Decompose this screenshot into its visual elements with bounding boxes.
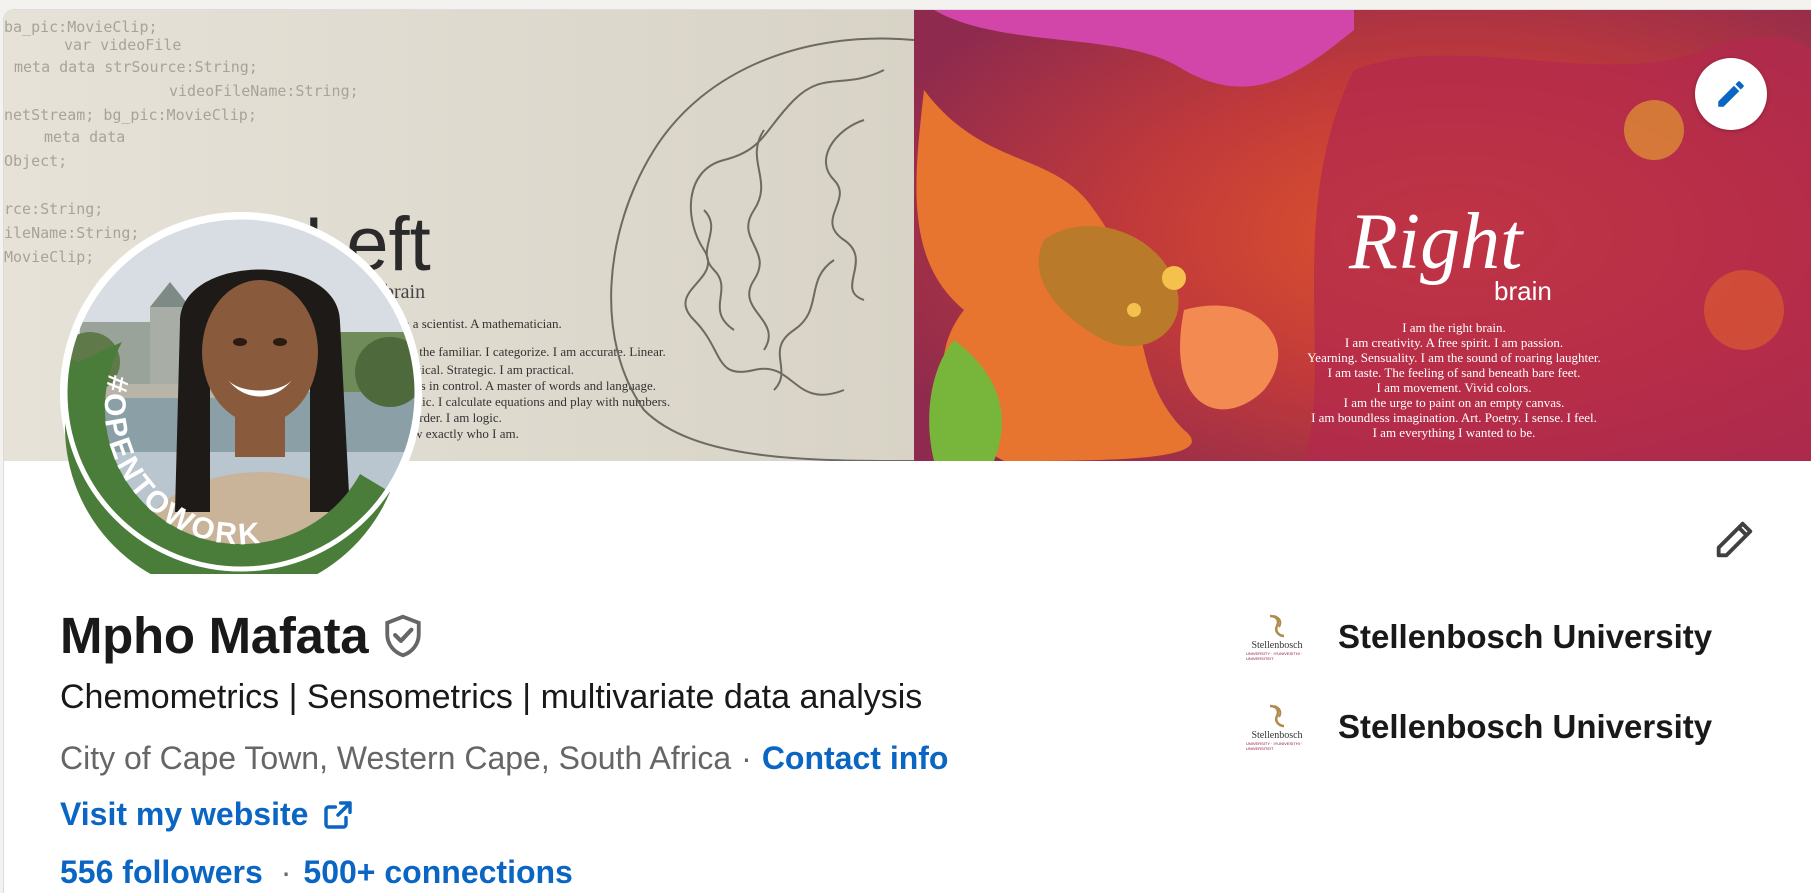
edit-intro-button[interactable] — [1704, 510, 1764, 570]
separator-dot: · — [280, 854, 292, 890]
verified-badge[interactable] — [382, 613, 424, 659]
pencil-icon — [1718, 81, 1744, 107]
right-brain-line: I am everything I wanted to be. — [1373, 425, 1536, 440]
university-logo-icon: Stellenbosch UNIVERSITY · IYUNIVESITHI ·… — [1246, 606, 1308, 668]
profile-location: City of Cape Town, Western Cape, South A… — [60, 740, 732, 776]
organization-item[interactable]: Stellenbosch UNIVERSITY · IYUNIVESITHI ·… — [1246, 696, 1712, 758]
code-line: var videoFile — [64, 36, 181, 54]
code-line: ba_pic:MovieClip; — [4, 18, 158, 36]
edit-banner-button[interactable] — [1695, 58, 1767, 130]
avatar: #OPENTOWORK — [60, 212, 422, 574]
external-link-icon — [322, 799, 354, 831]
right-brain-line: I am movement. Vivid colors. — [1377, 380, 1532, 395]
left-brain-line: Always in control. A master of words and… — [386, 378, 656, 393]
right-brain-sub: brain — [1494, 276, 1552, 306]
profile-photo[interactable]: #OPENTOWORK — [60, 212, 422, 574]
website-label: Visit my website — [60, 796, 309, 832]
organization-name: Stellenbosch University — [1338, 708, 1713, 745]
organization-name: Stellenbosch University — [1338, 618, 1713, 655]
edit-pencil-icon — [1716, 521, 1753, 558]
connections-link[interactable]: 500+ connections — [303, 854, 572, 891]
right-brain-line: Yearning. Sensuality. I am the sound of … — [1307, 350, 1601, 365]
left-brain-line: I love the familiar. I categorize. I am … — [386, 344, 666, 359]
code-line: meta data strSource:String; — [14, 58, 258, 76]
code-line: meta data — [44, 128, 125, 146]
right-brain-title: Right — [1348, 198, 1524, 286]
right-brain-line: I am creativity. A free spirit. I am pas… — [1345, 335, 1563, 350]
profile-name: Mpho Mafata — [60, 607, 369, 664]
right-brain-line: I am taste. The feeling of sand beneath … — [1328, 365, 1581, 380]
left-brain-line: Realistic. I calculate equations and pla… — [386, 394, 670, 409]
separator-dot: · — [741, 740, 752, 776]
right-brain-line: I am boundless imagination. Art. Poetry.… — [1311, 410, 1597, 425]
contact-info-link[interactable]: Contact info — [762, 740, 949, 777]
code-line: Object; — [4, 152, 67, 170]
code-line: netStream; bg_pic:MovieClip; — [4, 106, 257, 124]
code-line: videoFileName:String; — [169, 82, 359, 100]
network-stats: 556 followers · 500+ connections — [60, 854, 573, 891]
organization-item[interactable]: Stellenbosch UNIVERSITY · IYUNIVESITHI ·… — [1246, 606, 1712, 668]
profile-headline: Chemometrics | Sensometrics | multivaria… — [60, 678, 923, 716]
right-brain-line: I am the right brain. — [1402, 320, 1506, 335]
name-row: Mpho Mafata — [60, 606, 424, 665]
location-row: City of Cape Town, Western Cape, South A… — [60, 740, 948, 777]
followers-link[interactable]: 556 followers — [60, 854, 263, 891]
website-link[interactable]: Visit my website — [60, 796, 354, 833]
right-brain-line: I am the urge to paint on an empty canva… — [1344, 395, 1565, 410]
verified-shield-icon — [385, 614, 422, 657]
profile-card: ba_pic:MovieClip; var videoFile meta dat… — [4, 10, 1811, 893]
university-logo-icon: Stellenbosch UNIVERSITY · IYUNIVESITHI ·… — [1246, 696, 1308, 758]
